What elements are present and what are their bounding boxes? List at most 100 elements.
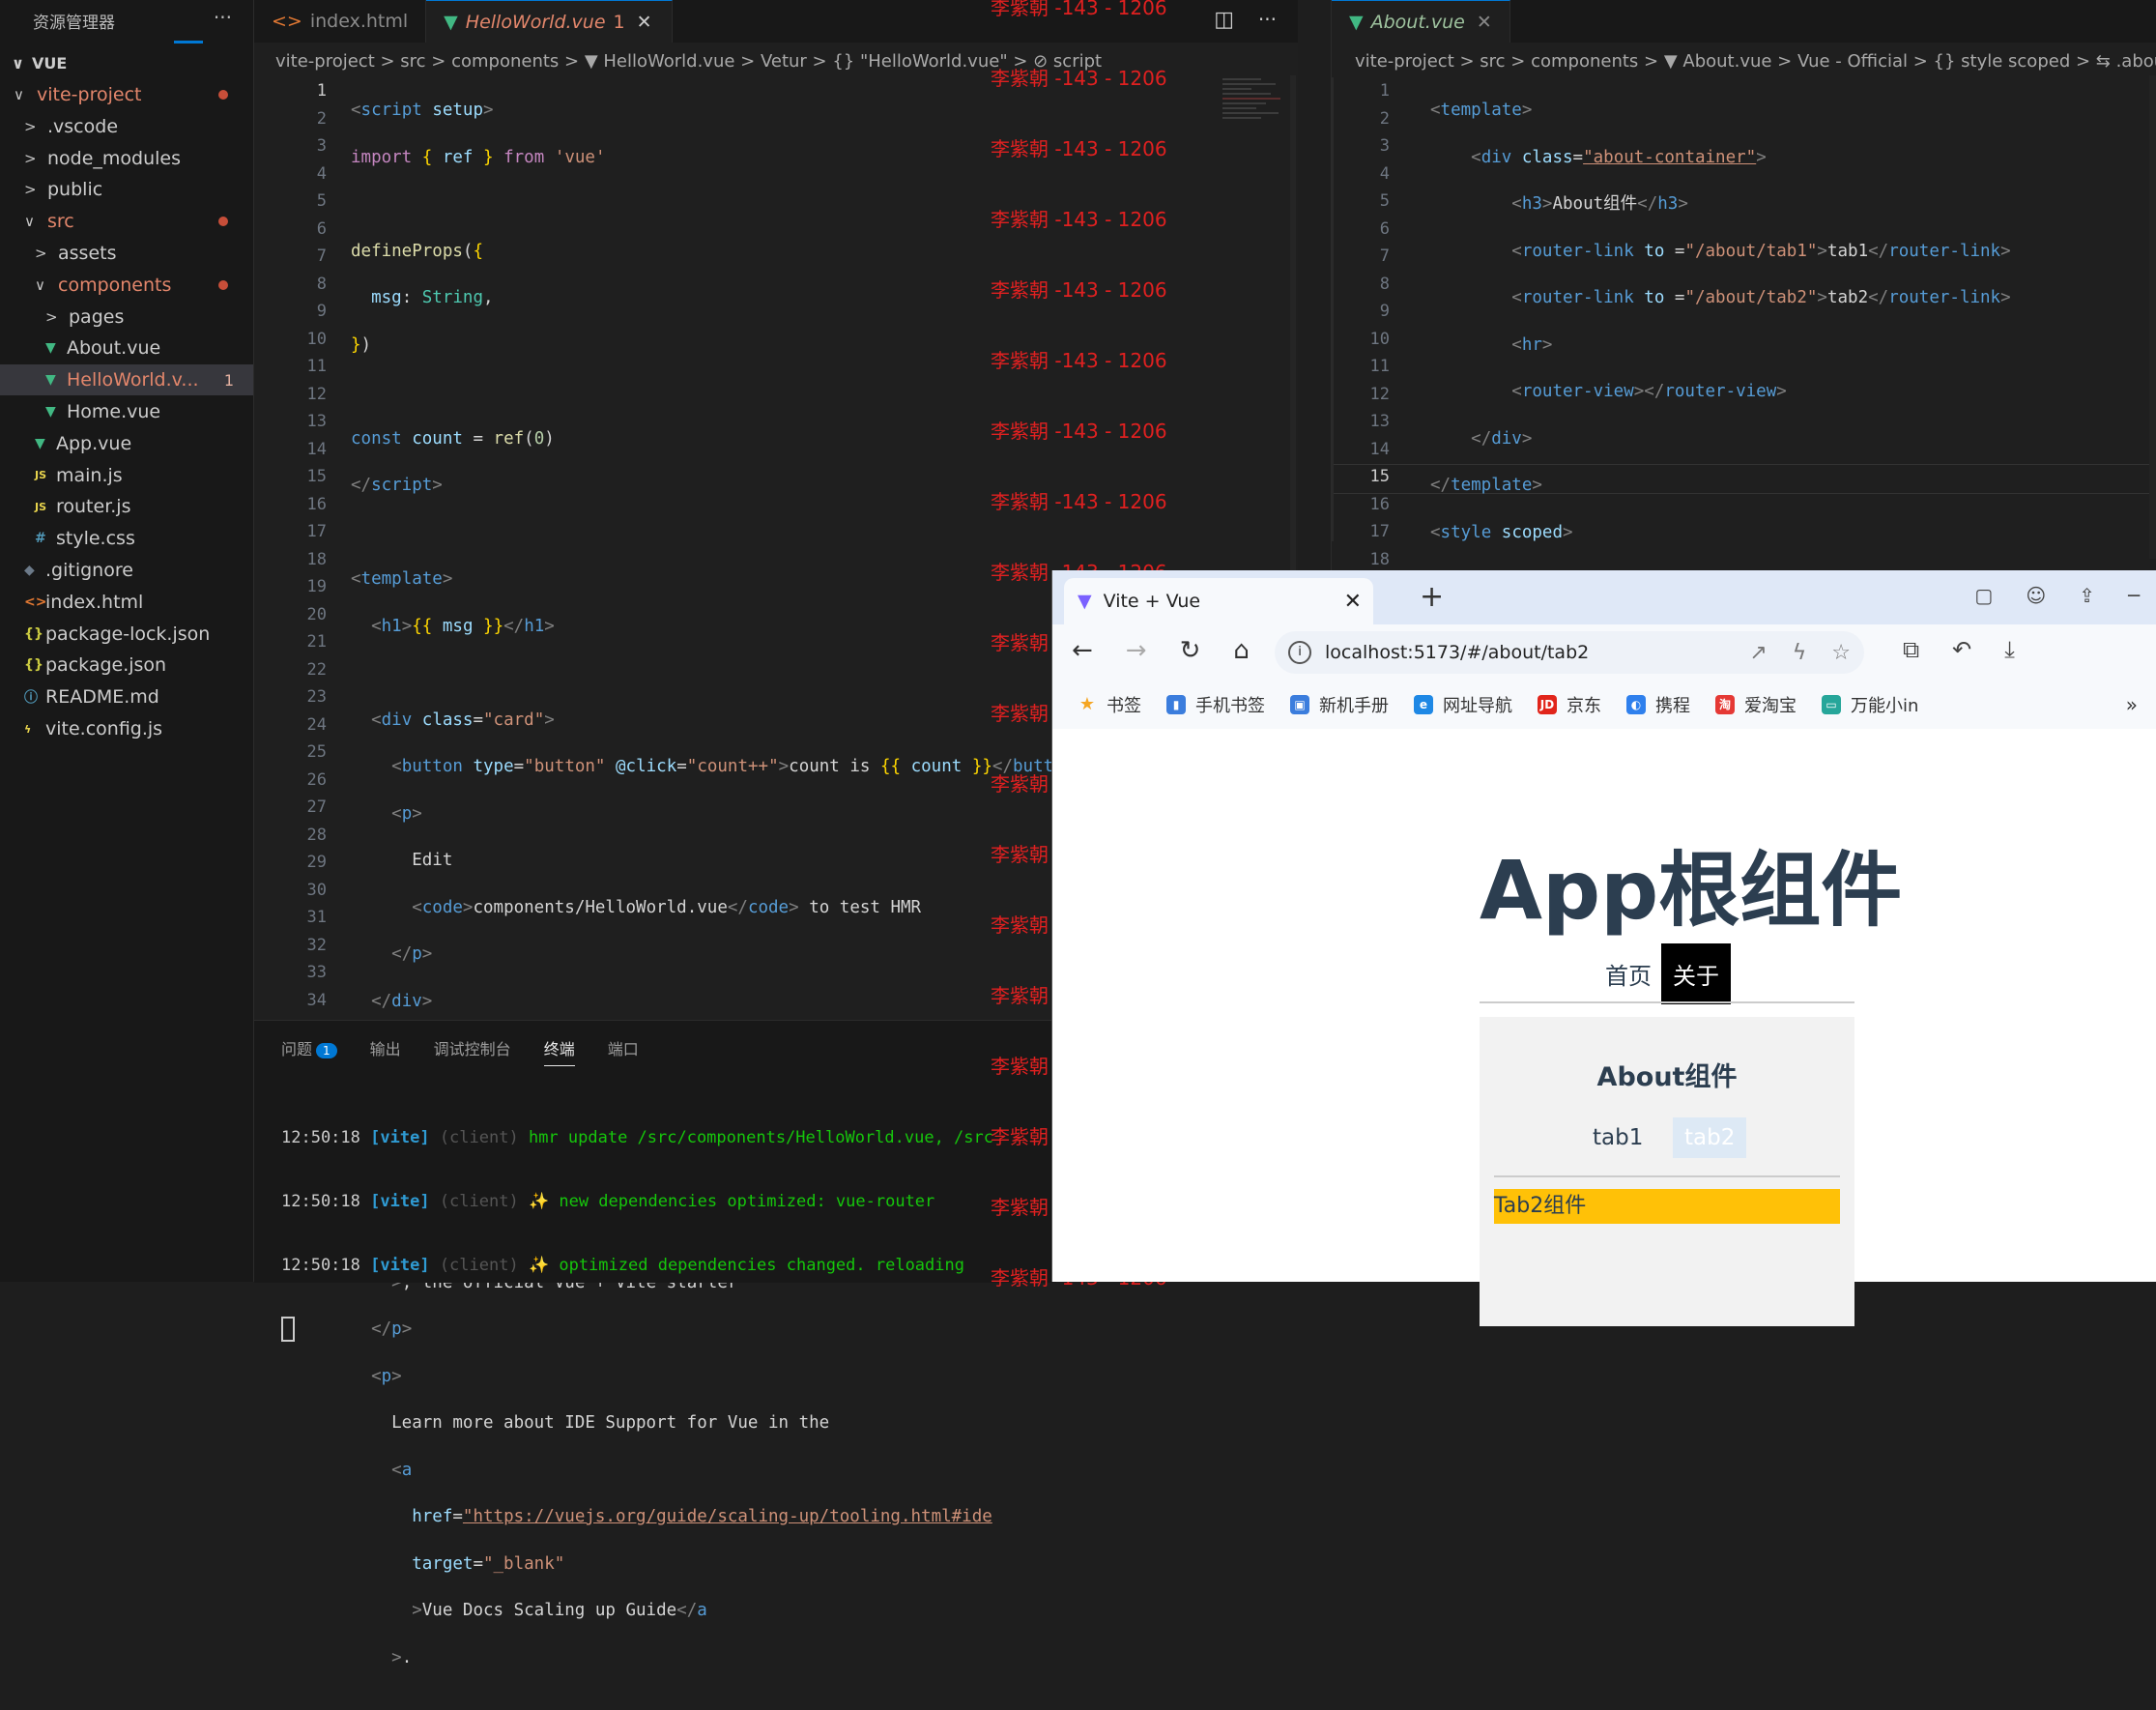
line-number: 2 [316,108,327,129]
tab1-link[interactable]: tab1 [1581,1117,1654,1158]
tree-item[interactable]: ▼ HelloWorld.v... 1 [0,364,253,396]
tree-item[interactable]: {} package-lock.json [0,619,253,650]
tree-item[interactable]: ∨ components [0,270,253,301]
tab-index-html[interactable]: <> index.html [254,0,427,43]
new-tab-button[interactable]: + [1420,580,1444,614]
line-number: 22 [306,659,327,680]
indent-guide [1332,77,1334,541]
nav-home-link[interactable]: 首页 [1595,949,1661,999]
line-number: 31 [306,908,327,927]
tree-item[interactable]: ▼ Home.vue [0,396,253,427]
tab-helloworld-vue[interactable]: ▼ HelloWorld.vue 1 ✕ [426,0,673,43]
problem-count-badge: 1 [316,1043,337,1058]
line-number: 18 [1369,549,1390,569]
vite-file-icon: ϟ [24,722,32,736]
tree-item[interactable]: > .vscode [0,111,253,142]
tree-item-label: README.md [45,686,159,709]
bookmark-item[interactable]: ▭ 万能小in [1822,692,1918,717]
tab-output[interactable]: 输出 [370,1036,401,1066]
reload-icon[interactable]: ↻ [1180,636,1201,665]
tab-search-icon[interactable]: ▢ [1974,584,1993,607]
address-bar[interactable]: i localhost:5173/#/about/tab2 ↗ ϟ ☆ [1275,631,1864,674]
tree-item[interactable]: ◆ .gitignore [0,555,253,586]
chevron-down-icon: ∨ [35,275,45,294]
editor-about: ▼ About.vue ✕ vite-project > src > compo… [1331,0,2156,917]
terminal-line: 12:50:18 [vite] (client) ✨ new dependenc… [281,1192,935,1211]
browser-tab[interactable]: ▼ Vite + Vue ✕ [1064,578,1373,624]
tree-item[interactable]: > pages [0,302,253,333]
bookmark-item[interactable]: ★ 书签 [1078,692,1141,717]
lightning-icon[interactable]: ϟ [1793,641,1807,665]
close-tab-icon[interactable]: ✕ [1344,590,1362,614]
share-icon[interactable]: ↗ [1749,641,1767,665]
tree-item-label: src [47,211,74,233]
extension-icon[interactable]: ⇪ [2079,584,2095,607]
explorer-more-button[interactable]: ··· [214,6,232,29]
line-number: 30 [306,880,327,900]
bookmark-item[interactable]: ◐ 携程 [1626,692,1690,717]
star-icon[interactable]: ☆ [1831,641,1851,665]
home-icon[interactable]: ⌂ [1233,636,1250,665]
undo-icon[interactable]: ↶ [1952,636,1971,663]
site-info-icon[interactable]: i [1288,641,1311,664]
tree-item[interactable]: ∨ src [0,206,253,237]
forward-icon[interactable]: → [1126,636,1147,665]
vue-file-icon: ▼ [45,372,56,389]
html-icon: <> [272,11,302,32]
ai-assistant-icon[interactable]: ☺ [2026,584,2046,607]
tree-item[interactable]: ⓘ README.md [0,681,253,712]
tree-item[interactable]: ∨ vite-project [0,79,253,110]
code-area[interactable]: <script setup> import { ref } from 'vue'… [351,77,1084,1710]
url-text[interactable]: localhost:5173/#/about/tab2 [1325,642,1589,663]
bookmark-item[interactable]: ▣ 新机手册 [1290,692,1389,717]
bookmark-item[interactable]: e 网址导航 [1414,692,1512,717]
split-editor-icon[interactable]: ◫ [1214,8,1234,32]
bookmark-icon: ▮ [1166,695,1186,714]
tree-item[interactable]: # style.css [0,523,253,554]
tree-item[interactable]: ▼ App.vue [0,428,253,459]
breadcrumb[interactable]: vite-project > src > components > ▼ Abou… [1355,46,2156,75]
tab-problems[interactable]: 问题 1 [281,1036,337,1066]
breadcrumb[interactable]: vite-project > src > components > ▼ Hell… [275,46,1102,75]
nav-about-link[interactable]: 关于 [1661,943,1731,1004]
extensions-icon[interactable]: ⧉ [1903,636,1919,663]
tab-debug-console[interactable]: 调试控制台 [434,1036,511,1066]
line-number: 10 [1369,329,1390,349]
minimize-icon[interactable]: ─ [2128,584,2140,607]
terminal-output[interactable]: 12:50:18 [vite] (client) hmr update /src… [281,1087,993,1380]
minimap[interactable] [1222,75,1288,162]
tree-item[interactable]: > public [0,174,253,205]
download-icon[interactable]: ⤓ [2004,636,2015,663]
bookmark-item[interactable]: ▮ 手机书签 [1166,692,1265,717]
line-number: 3 [316,136,327,156]
scrollbar[interactable] [2149,75,2156,559]
tree-item-label: components [58,274,172,296]
line-number: 25 [306,742,327,762]
bookmarks-more[interactable]: » [2126,693,2138,716]
tree-item[interactable]: > assets [0,238,253,269]
tree-item[interactable]: JS main.js [0,460,253,491]
chevron-right-icon: > [45,307,58,326]
line-number: 6 [316,218,327,239]
tab-about-vue[interactable]: ▼ About.vue ✕ [1332,0,1510,43]
tree-item[interactable]: ϟ vite.config.js [0,713,253,744]
line-number: 20 [306,604,327,624]
panel-terminal: 问题 1 输出 调试控制台 终端 端口 12:50:18 [vite] (clie… [254,1020,1056,1342]
tree-item[interactable]: > node_modules [0,143,253,174]
tree-item[interactable]: {} package.json [0,650,253,681]
tree-item[interactable]: <> index.html [0,587,253,618]
tree-item-label: vite.config.js [45,718,163,739]
bookmark-item[interactable]: 淘爱淘宝 [1715,692,1797,717]
workspace-section[interactable]: ∨ VUE [0,48,67,77]
close-icon[interactable]: ✕ [637,12,652,33]
close-icon[interactable]: ✕ [1477,12,1492,33]
tab-terminal[interactable]: 终端 [543,1036,575,1066]
tab2-link[interactable]: tab2 [1673,1117,1747,1158]
tab-ports[interactable]: 端口 [608,1036,639,1066]
line-number: 34 [306,990,327,1010]
editor-more-button[interactable]: ··· [1258,8,1277,31]
tree-item[interactable]: JS router.js [0,491,253,522]
tree-item[interactable]: ▼ About.vue [0,333,253,363]
back-icon[interactable]: ← [1072,636,1093,665]
bookmark-item[interactable]: JD 京东 [1538,692,1601,717]
